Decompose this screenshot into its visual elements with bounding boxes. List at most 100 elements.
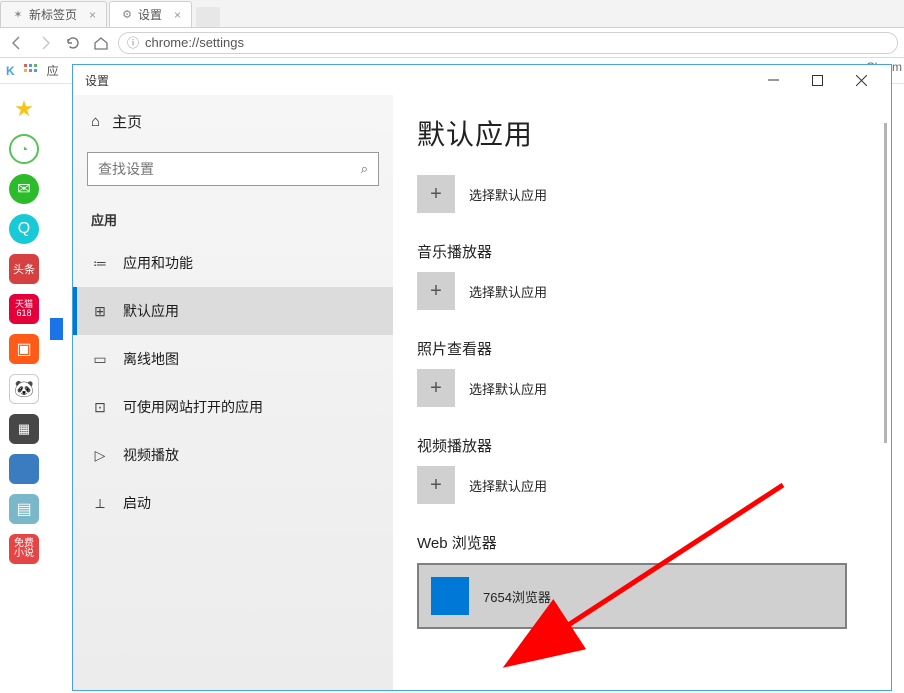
book-icon[interactable]	[9, 454, 39, 484]
back-button[interactable]	[6, 32, 28, 54]
arrow-left-icon	[9, 35, 25, 51]
close-button[interactable]	[839, 66, 883, 94]
nav-startup[interactable]: ⟂ 启动	[73, 479, 393, 527]
reload-button[interactable]	[62, 32, 84, 54]
minimize-button[interactable]	[751, 66, 795, 94]
close-icon	[856, 75, 867, 86]
nav-home[interactable]: ⌂ 主页	[73, 101, 393, 148]
settings-left-nav: ⌂ 主页 ⌕ 应用 ≔ 应用和功能 ⊞ 默认应用 ▭ 离	[73, 95, 393, 690]
search-input[interactable]	[98, 161, 361, 177]
music-picker[interactable]: + 选择默认应用	[417, 272, 871, 310]
browser-app-icon	[431, 577, 469, 615]
group-title: 照片查看器	[417, 338, 871, 359]
ju-icon[interactable]: 🐼	[9, 374, 39, 404]
nav-apps-features[interactable]: ≔ 应用和功能	[73, 239, 393, 287]
nav-website-apps[interactable]: ⊡ 可使用网站打开的应用	[73, 383, 393, 431]
nav-label: 可使用网站打开的应用	[123, 397, 263, 417]
tmall-icon[interactable]: 天猫618	[9, 294, 39, 324]
nav-label: 离线地图	[123, 349, 179, 369]
close-icon[interactable]: ×	[166, 8, 181, 22]
group-title: 视频播放器	[417, 435, 871, 456]
group-video: 视频播放器 + 选择默认应用	[417, 435, 871, 504]
home-icon: ⌂	[91, 113, 100, 130]
tab-label: 设置	[138, 6, 162, 23]
video-icon[interactable]: ▦	[9, 414, 39, 444]
plus-icon: +	[417, 272, 455, 310]
plus-icon: +	[417, 369, 455, 407]
win10-titlebar: 设置	[73, 65, 891, 95]
left-dock: ★ ◔ ✉ Q 头条 天猫618 ▣ 🐼 ▦ ▤ 免费小说	[6, 94, 42, 564]
picker-label: 选择默认应用	[469, 185, 547, 204]
wechat-icon[interactable]: ✉	[9, 174, 39, 204]
home-icon	[93, 35, 109, 51]
nav-label: 默认应用	[123, 301, 179, 321]
defaults-icon: ⊞	[91, 303, 109, 320]
close-icon[interactable]: ×	[81, 8, 96, 22]
browser-window: ✶ 新标签页 × ⚙ 设置 × ⓘ chrome://settings	[0, 0, 904, 693]
history-icon[interactable]: ◔	[9, 134, 39, 164]
plus-icon: +	[417, 466, 455, 504]
page-title: 默认应用	[417, 113, 871, 153]
group-music: 音乐播放器 + 选择默认应用	[417, 241, 871, 310]
web-browser-picker[interactable]: 7654浏览器	[417, 563, 847, 629]
browser-name: 7654浏览器	[483, 587, 551, 606]
apps-grid-icon[interactable]	[23, 63, 39, 79]
calc-icon[interactable]: ▤	[9, 494, 39, 524]
q-icon[interactable]: Q	[9, 214, 39, 244]
nav-default-apps[interactable]: ⊞ 默认应用	[73, 287, 393, 335]
group-web-browser: Web 浏览器 7654浏览器	[417, 532, 871, 629]
win10-body: ⌂ 主页 ⌕ 应用 ≔ 应用和功能 ⊞ 默认应用 ▭ 离	[73, 95, 891, 690]
settings-search[interactable]: ⌕	[87, 152, 379, 186]
startup-icon: ⟂	[91, 495, 109, 512]
list-icon: ≔	[91, 255, 109, 272]
tab-settings[interactable]: ⚙ 设置 ×	[109, 1, 192, 27]
nav-label: 启动	[123, 493, 151, 513]
gear-icon: ⚙	[120, 8, 134, 22]
nav-video-playback[interactable]: ▷ 视频播放	[73, 431, 393, 479]
tab-newpage[interactable]: ✶ 新标签页 ×	[0, 1, 107, 27]
novel-icon[interactable]: 免费小说	[9, 534, 39, 564]
video-picker[interactable]: + 选择默认应用	[417, 466, 871, 504]
nav-offline-maps[interactable]: ▭ 离线地图	[73, 335, 393, 383]
bookmark-item[interactable]: 应	[47, 62, 59, 79]
toutiao-icon[interactable]: 头条	[9, 254, 39, 284]
picker-label: 选择默认应用	[469, 282, 547, 301]
websites-icon: ⊡	[91, 399, 109, 416]
url-input[interactable]: ⓘ chrome://settings	[118, 32, 898, 54]
nav-label: 应用和功能	[123, 253, 193, 273]
group-photo: 照片查看器 + 选择默认应用	[417, 338, 871, 407]
picker-label: 选择默认应用	[469, 476, 547, 495]
search-icon: ⌕	[361, 161, 368, 177]
group-default-app: + 选择默认应用	[417, 175, 871, 213]
window-title: 设置	[85, 72, 109, 89]
forward-button[interactable]	[34, 32, 56, 54]
sparkle-icon: ✶	[11, 8, 25, 22]
plus-icon: +	[417, 175, 455, 213]
group-title: Web 浏览器	[417, 532, 871, 553]
scrollbar[interactable]	[884, 123, 887, 443]
section-label: 应用	[73, 206, 393, 239]
maximize-button[interactable]	[795, 66, 839, 94]
tab-bar: ✶ 新标签页 × ⚙ 设置 ×	[0, 0, 904, 28]
minimize-icon	[768, 75, 779, 86]
new-tab-button[interactable]	[196, 7, 220, 27]
photo-picker[interactable]: + 选择默认应用	[417, 369, 871, 407]
nav-home-label: 主页	[112, 111, 142, 132]
address-bar: ⓘ chrome://settings	[0, 28, 904, 58]
active-page-indicator	[50, 318, 63, 340]
video-icon: ▷	[91, 447, 109, 464]
home-button[interactable]	[90, 32, 112, 54]
group-title: 音乐播放器	[417, 241, 871, 262]
maximize-icon	[812, 75, 823, 86]
url-text: chrome://settings	[145, 35, 244, 50]
default-app-picker[interactable]: + 选择默认应用	[417, 175, 871, 213]
k-logo-icon[interactable]: K	[6, 64, 15, 78]
picker-label: 选择默认应用	[469, 379, 547, 398]
nav-label: 视频播放	[123, 445, 179, 465]
map-icon: ▭	[91, 351, 109, 368]
settings-content: 默认应用 + 选择默认应用 音乐播放器 + 选择默认应用 照片查看器	[393, 95, 891, 690]
info-icon: ⓘ	[127, 34, 139, 51]
reload-icon	[65, 35, 81, 51]
favorites-icon[interactable]: ★	[9, 94, 39, 124]
shop-icon[interactable]: ▣	[9, 334, 39, 364]
